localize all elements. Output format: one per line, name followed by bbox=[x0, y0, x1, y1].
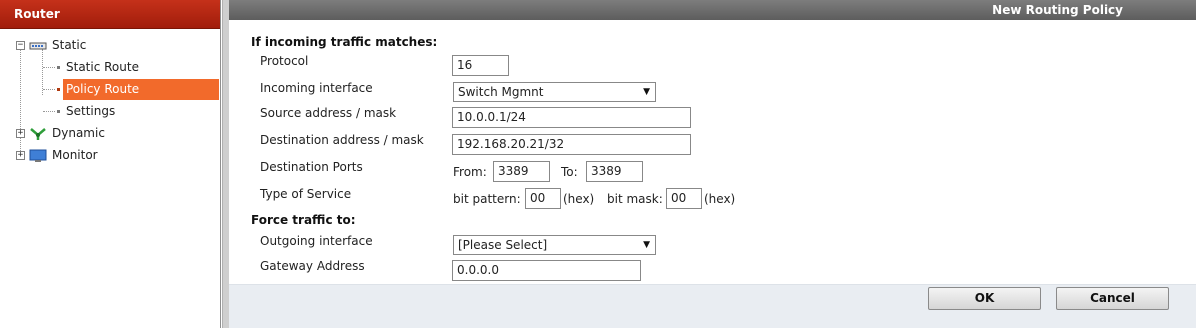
bit-mask-label: bit mask: bbox=[607, 192, 663, 206]
sidebar-item-policy-route[interactable]: Policy Route bbox=[0, 78, 220, 100]
match-section-title: If incoming traffic matches: bbox=[251, 35, 438, 49]
tree-branch bbox=[43, 89, 55, 90]
sidebar-item-static-route[interactable]: Static Route bbox=[0, 56, 220, 78]
incoming-interface-label: Incoming interface bbox=[260, 81, 373, 95]
outgoing-interface-select[interactable]: [Please Select] ▼ bbox=[453, 235, 656, 255]
incoming-interface-select[interactable]: Switch Mgmnt ▼ bbox=[453, 82, 656, 102]
force-section-title: Force traffic to: bbox=[251, 213, 356, 227]
page-title: New Routing Policy bbox=[229, 0, 1196, 20]
button-bar bbox=[229, 284, 1196, 328]
ok-button[interactable]: OK bbox=[928, 287, 1041, 310]
sidebar-item-dynamic[interactable]: + Dynamic bbox=[0, 122, 220, 144]
select-value: Switch Mgmnt bbox=[458, 85, 544, 99]
sidebar-item-settings[interactable]: Settings bbox=[0, 100, 220, 122]
leaf-bullet-icon bbox=[57, 88, 60, 91]
destination-address-input[interactable]: 192.168.20.21/32 bbox=[452, 134, 691, 155]
sidebar-item-label: Monitor bbox=[52, 148, 98, 162]
cancel-button[interactable]: Cancel bbox=[1056, 287, 1169, 310]
collapse-icon[interactable]: − bbox=[16, 41, 25, 50]
sidebar-item-label: Dynamic bbox=[52, 126, 105, 140]
leaf-bullet-icon bbox=[57, 110, 60, 113]
main-panel: New Routing Policy If incoming traffic m… bbox=[229, 0, 1196, 328]
ports-to-input[interactable]: 3389 bbox=[586, 161, 643, 182]
ports-from-input[interactable]: 3389 bbox=[493, 161, 550, 182]
outgoing-interface-label: Outgoing interface bbox=[260, 234, 373, 248]
bit-pattern-hex-label: (hex) bbox=[563, 192, 595, 206]
tree-branch bbox=[43, 67, 55, 68]
sidebar-title: Router bbox=[0, 0, 220, 29]
gateway-address-label: Gateway Address bbox=[260, 259, 365, 273]
dropdown-arrow-icon: ▼ bbox=[643, 240, 650, 250]
bit-pattern-label: bit pattern: bbox=[453, 192, 521, 206]
gateway-address-input[interactable]: 0.0.0.0 bbox=[452, 260, 641, 281]
type-of-service-label: Type of Service bbox=[260, 187, 352, 201]
ports-from-label: From: bbox=[453, 165, 487, 179]
monitor-icon bbox=[29, 148, 47, 162]
expand-icon[interactable]: + bbox=[16, 129, 25, 138]
bit-mask-input[interactable]: 00 bbox=[666, 188, 702, 209]
expand-icon[interactable]: + bbox=[16, 151, 25, 160]
bit-mask-hex-label: (hex) bbox=[704, 192, 736, 206]
tree-branch bbox=[43, 111, 55, 112]
dropdown-arrow-icon: ▼ bbox=[643, 87, 650, 97]
ports-to-label: To: bbox=[561, 165, 578, 179]
source-address-label: Source address / mask bbox=[260, 106, 397, 120]
destination-ports-label: Destination Ports bbox=[260, 160, 363, 174]
protocol-input[interactable]: 16 bbox=[452, 55, 509, 76]
dynamic-routing-icon bbox=[29, 126, 47, 140]
bit-pattern-input[interactable]: 00 bbox=[525, 188, 561, 209]
sidebar-nav: Router − Static Static Route Policy Rout… bbox=[0, 0, 221, 328]
network-switch-icon bbox=[29, 38, 47, 52]
select-value: [Please Select] bbox=[458, 238, 548, 252]
destination-address-label: Destination address / mask bbox=[260, 133, 424, 147]
leaf-bullet-icon bbox=[57, 66, 60, 69]
sidebar-item-label: Policy Route bbox=[66, 82, 140, 96]
sidebar-item-label: Static Route bbox=[66, 60, 139, 74]
source-address-input[interactable]: 10.0.0.1/24 bbox=[452, 107, 691, 128]
nav-tree: − Static Static Route Policy Route Setti… bbox=[0, 29, 220, 166]
sidebar-item-label: Settings bbox=[66, 104, 116, 118]
sidebar-item-monitor[interactable]: + Monitor bbox=[0, 144, 220, 166]
protocol-label: Protocol bbox=[260, 54, 309, 68]
splitter[interactable] bbox=[222, 0, 229, 328]
sidebar-item-label: Static bbox=[52, 38, 87, 52]
sidebar-item-static[interactable]: − Static bbox=[0, 34, 220, 56]
